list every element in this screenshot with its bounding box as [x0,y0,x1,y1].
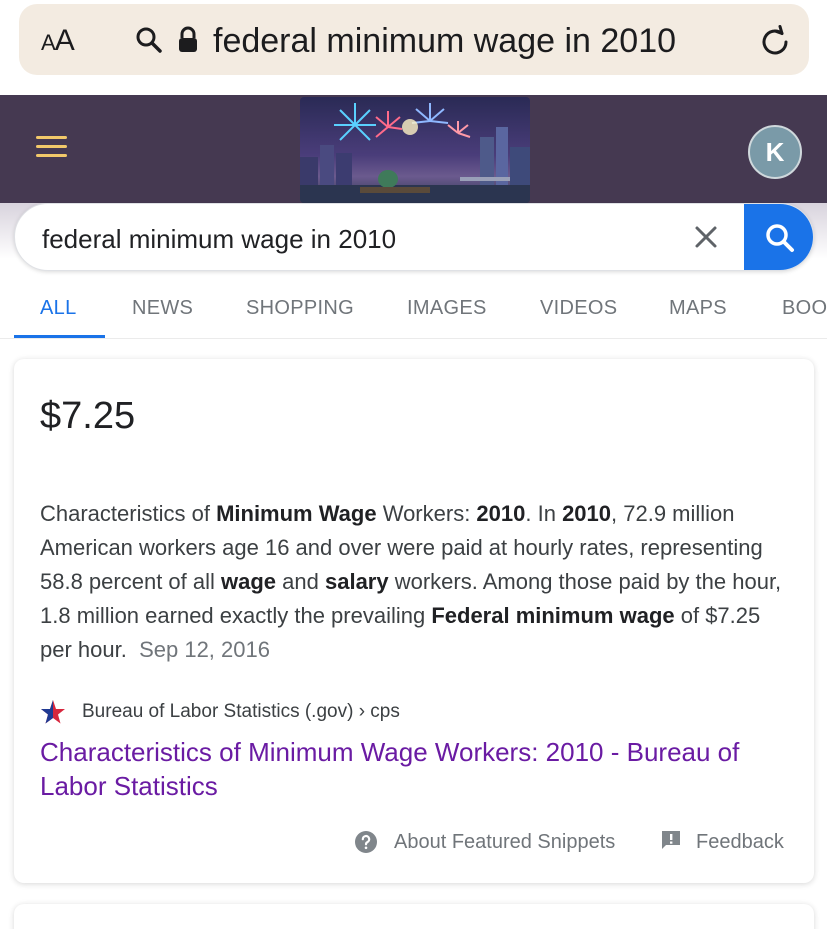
account-avatar[interactable]: K [748,125,802,179]
address-bar[interactable]: AA federal minimum wage in 2010 [19,4,809,75]
result-source[interactable]: Bureau of Labor Statistics (.gov) › cps [40,699,400,725]
source-breadcrumb: Bureau of Labor Statistics (.gov) › cps [82,701,400,722]
featured-snippet-card: $7.25 Characteristics of Minimum Wage Wo… [14,359,814,883]
google-doodle[interactable] [300,97,530,203]
doodle-fireworks-image [300,103,530,203]
tab-news[interactable]: NEWS [132,297,193,320]
search-box[interactable]: federal minimum wage in 2010 [14,203,814,271]
reload-icon[interactable] [757,24,793,60]
featured-answer: $7.25 [40,395,136,437]
tab-all[interactable]: ALL [40,297,77,320]
search-button[interactable] [744,204,813,270]
active-tab-indicator [14,335,105,338]
tab-maps[interactable]: MAPS [669,297,727,320]
search-icon [136,27,162,53]
tab-books[interactable]: BOO [782,297,827,320]
text-size-button[interactable]: AA [41,24,75,58]
tab-videos[interactable]: VIDEOS [540,297,617,320]
about-featured-snippets-link[interactable]: About Featured Snippets [394,831,615,854]
text-size-large-a: A [54,24,75,57]
result-title-link[interactable]: Characteristics of Minimum Wage Workers:… [40,735,800,803]
text-size-small-a: A [41,30,56,55]
snippet-date: Sep 12, 2016 [139,637,270,662]
safari-toolbar: AA federal minimum wage in 2010 [0,0,827,95]
feedback-icon[interactable] [660,829,682,851]
next-result-card [14,904,814,929]
feedback-link[interactable]: Feedback [696,831,784,854]
snippet-footer: About Featured Snippets Feedback [14,827,814,859]
google-header: K [0,95,827,203]
help-icon[interactable] [354,830,378,854]
tab-shopping[interactable]: SHOPPING [246,297,354,320]
search-icon [765,224,794,252]
tab-images[interactable]: IMAGES [407,297,487,320]
bls-star-icon [41,700,65,724]
clear-icon[interactable] [693,224,719,250]
url-text[interactable]: federal minimum wage in 2010 [213,22,676,61]
search-input[interactable]: federal minimum wage in 2010 [42,224,396,255]
hamburger-menu-icon[interactable] [36,136,67,158]
snippet-text: Characteristics of Minimum Wage Workers:… [40,501,782,662]
lock-icon [179,26,197,52]
search-tabs: ALL NEWS SHOPPING IMAGES VIDEOS MAPS BOO [0,283,827,339]
